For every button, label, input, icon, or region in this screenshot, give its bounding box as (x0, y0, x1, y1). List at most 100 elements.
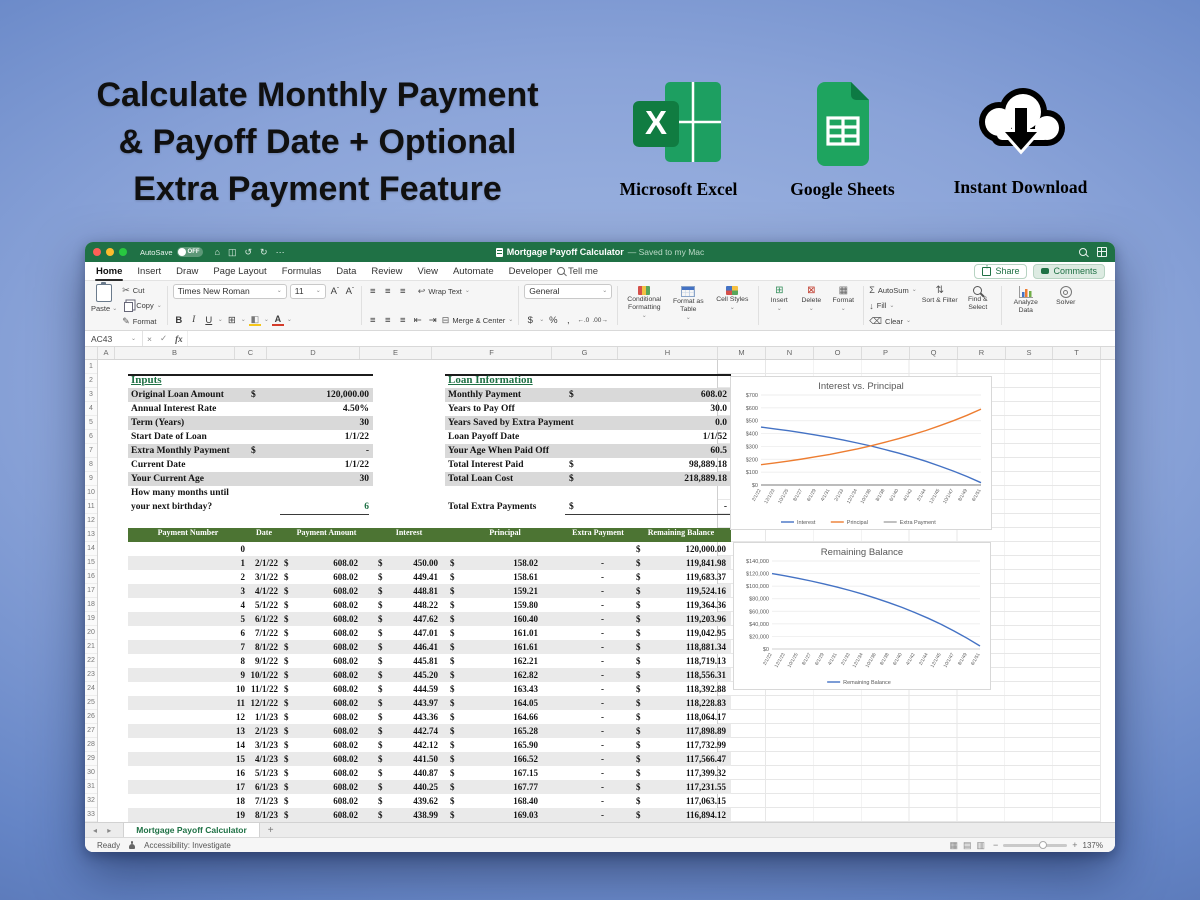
amortization-balance[interactable]: 119,841.98 (646, 556, 726, 570)
zoom-slider-knob[interactable] (1039, 841, 1047, 849)
amortization-payment-amount[interactable]: 608.02 (278, 640, 358, 654)
amortization-interest[interactable]: 442.12 (358, 738, 438, 752)
row-header-1[interactable]: 1 (85, 360, 97, 374)
ribbon-tab-page-layout[interactable]: Page Layout (212, 264, 267, 279)
row-header-7[interactable]: 7 (85, 444, 97, 458)
borders-button[interactable]: ⊞ (226, 314, 238, 327)
ribbon-tab-view[interactable]: View (417, 264, 439, 279)
loan-info-value[interactable]: 218,889.18 (607, 472, 727, 486)
loan-info-value[interactable]: 60.5 (607, 444, 727, 458)
row-header-4[interactable]: 4 (85, 402, 97, 416)
amortization-date[interactable]: 5/1/22 (216, 598, 278, 612)
fill-color-button[interactable]: ◧ (249, 314, 261, 326)
amortization-interest[interactable]: 440.87 (358, 766, 438, 780)
ribbon-tab-home[interactable]: Home (95, 264, 123, 279)
loan-info-value[interactable]: 608.02 (607, 388, 727, 402)
amortization-date[interactable]: 7/1/23 (216, 794, 278, 808)
align-top-button[interactable]: ≡ (367, 285, 379, 298)
spreadsheet-grid[interactable]: 1234567891011121314151617181920212223242… (85, 360, 1115, 822)
cancel-entry-icon[interactable]: × (143, 334, 156, 344)
column-header-A[interactable]: A (98, 347, 115, 359)
column-header-G[interactable]: G (552, 347, 618, 359)
amortization-header[interactable]: Extra Payment (565, 528, 631, 542)
amortization-balance[interactable]: 119,683.37 (646, 570, 726, 584)
align-left-button[interactable]: ≡ (367, 314, 379, 327)
amortization-principal[interactable]: 160.40 (458, 612, 538, 626)
copy-button[interactable]: Copy⌄ (122, 300, 162, 312)
find-select-button[interactable]: Find & Select (960, 284, 996, 327)
row-header-22[interactable]: 22 (85, 654, 97, 668)
amortization-extra-payment[interactable]: - (544, 780, 604, 794)
amortization-interest[interactable]: 439.62 (358, 794, 438, 808)
row-header-23[interactable]: 23 (85, 668, 97, 682)
amortization-principal[interactable]: 165.90 (458, 738, 538, 752)
amortization-extra-payment[interactable]: - (544, 710, 604, 724)
normal-view-icon[interactable]: ▦ (949, 840, 958, 851)
loan-info-dollar[interactable]: $ (569, 458, 589, 472)
amortization-principal[interactable]: 161.01 (458, 626, 538, 640)
redo-icon[interactable]: ↻ (260, 247, 268, 258)
format-cells-button[interactable]: ▦ Format⌄ (828, 284, 858, 327)
amortization-balance[interactable]: 117,399.32 (646, 766, 726, 780)
row-header-2[interactable]: 2 (85, 374, 97, 388)
zoom-level[interactable]: 137% (1083, 841, 1103, 850)
row-header-11[interactable]: 11 (85, 500, 97, 514)
delete-cells-button[interactable]: ⊠ Delete⌄ (796, 284, 826, 327)
amortization-interest[interactable]: 446.41 (358, 640, 438, 654)
amortization-extra-payment[interactable]: - (544, 626, 604, 640)
amortization-date[interactable]: 7/1/22 (216, 626, 278, 640)
amortization-payment-amount[interactable]: 608.02 (278, 654, 358, 668)
autosum-button[interactable]: ΣAutoSum⌄ (869, 284, 916, 296)
amortization-balance[interactable]: 119,203.96 (646, 612, 726, 626)
amortization-interest[interactable]: 449.41 (358, 570, 438, 584)
inputs-question-line1[interactable]: How many months until (131, 486, 376, 500)
row-header-26[interactable]: 26 (85, 710, 97, 724)
loan-info-dollar[interactable]: $ (569, 472, 589, 486)
solver-button[interactable]: Solver (1050, 284, 1082, 327)
amortization-principal[interactable]: 158.61 (458, 570, 538, 584)
ribbon-tab-formulas[interactable]: Formulas (281, 264, 323, 279)
sort-filter-button[interactable]: ⇅ Sort & Filter (922, 284, 958, 327)
amortization-principal[interactable]: 163.43 (458, 682, 538, 696)
amortization-extra-payment[interactable]: - (544, 752, 604, 766)
amortization-date[interactable]: 3/1/23 (216, 738, 278, 752)
row-header-5[interactable]: 5 (85, 416, 97, 430)
ribbon-tab-automate[interactable]: Automate (452, 264, 495, 279)
row-header-29[interactable]: 29 (85, 752, 97, 766)
amortization-interest[interactable]: 438.99 (358, 808, 438, 822)
ribbon-tab-draw[interactable]: Draw (175, 264, 199, 279)
column-header-N[interactable]: N (766, 347, 814, 359)
row-header-33[interactable]: 33 (85, 808, 97, 822)
zoom-window-button[interactable] (119, 248, 127, 256)
row-header-12[interactable]: 12 (85, 514, 97, 528)
number-format-select[interactable]: General⌄ (524, 284, 612, 299)
amortization-date[interactable]: 1/1/23 (216, 710, 278, 724)
align-middle-button[interactable]: ≡ (382, 285, 394, 298)
clear-button[interactable]: ⌫Clear⌄ (869, 315, 916, 327)
italic-button[interactable]: I (188, 314, 200, 327)
amortization-balance[interactable]: 118,881.34 (646, 640, 726, 654)
column-header-B[interactable]: B (115, 347, 235, 359)
page-break-view-icon[interactable]: ▥ (976, 840, 985, 851)
amortization-payment-amount[interactable]: 608.02 (278, 710, 358, 724)
amortization-principal[interactable]: 162.21 (458, 654, 538, 668)
amortization-payment-amount[interactable]: 608.02 (278, 612, 358, 626)
amortization-principal[interactable]: 169.03 (458, 808, 538, 822)
name-box[interactable]: AC43⌄ (85, 331, 143, 346)
row-header-6[interactable]: 6 (85, 430, 97, 444)
row-header-28[interactable]: 28 (85, 738, 97, 752)
amortization-payment-amount[interactable]: 608.02 (278, 808, 358, 822)
amortization-principal[interactable]: 164.05 (458, 696, 538, 710)
amortization-extra-payment[interactable]: - (544, 738, 604, 752)
amortization-balance[interactable]: 117,898.89 (646, 724, 726, 738)
amortization-payment-amount[interactable]: 608.02 (278, 724, 358, 738)
amortization-interest[interactable]: 447.01 (358, 626, 438, 640)
amortization-principal[interactable]: 162.82 (458, 668, 538, 682)
row-header-20[interactable]: 20 (85, 626, 97, 640)
amortization-interest[interactable]: 441.50 (358, 752, 438, 766)
loan-info-value[interactable]: 1/1/52 (607, 430, 727, 444)
formula-input[interactable] (187, 331, 1115, 346)
amortization-payment-amount[interactable]: 608.02 (278, 556, 358, 570)
column-header-D[interactable]: D (267, 347, 360, 359)
amortization-payment-amount[interactable]: 608.02 (278, 752, 358, 766)
